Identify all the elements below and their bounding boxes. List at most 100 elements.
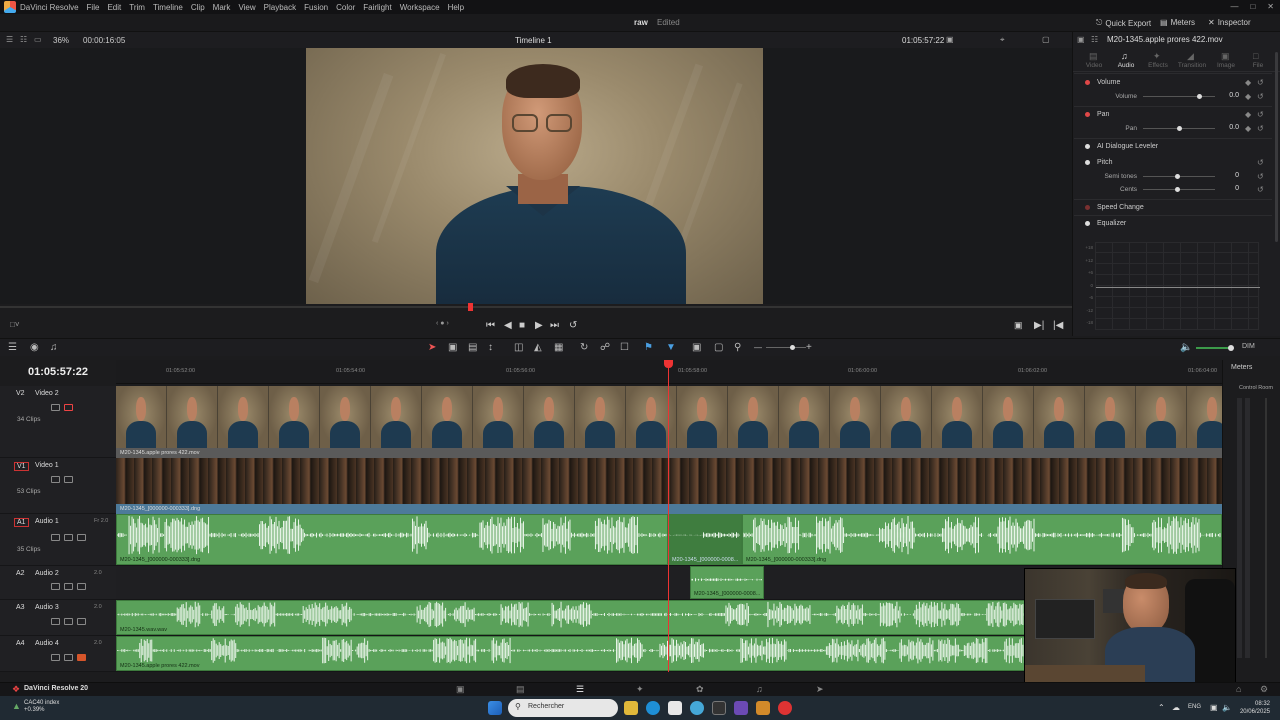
enable-toggle-icon[interactable] [1085,112,1090,117]
language-indicator[interactable]: ENG [1188,704,1201,710]
fullscreen-icon[interactable]: ▢ [1042,35,1050,44]
pan-slider-knob[interactable] [1177,126,1182,131]
enable-toggle-icon[interactable] [1085,160,1090,165]
reset-icon[interactable]: ↺ [1257,92,1264,101]
pan-slider[interactable] [1143,126,1215,131]
blade-tool-icon[interactable]: ▤ [468,342,477,353]
snapping-icon[interactable]: ↻ [580,342,588,353]
lock-track-icon[interactable] [51,404,60,411]
layout-icon[interactable]: ☰ [6,35,13,44]
audio-clip-a1[interactable]: M20-1345_[000000-0008... [668,514,742,565]
reset-icon[interactable]: ↺ [1257,185,1264,194]
menu-file[interactable]: File [87,3,100,12]
notepad-icon[interactable] [668,701,682,715]
menu-edit[interactable]: Edit [107,3,121,12]
menu-view[interactable]: View [238,3,255,12]
video-preview[interactable] [306,48,763,304]
layout-icon[interactable]: ▭ [34,35,42,44]
reset-icon[interactable]: ↺ [1257,110,1264,119]
mute-icon[interactable] [77,583,86,590]
zoom-full-icon[interactable]: ▣ [692,342,701,353]
solo-icon[interactable] [64,618,73,625]
video-clip-v2[interactable]: M20-1345.apple prores 422.mov [116,386,1222,458]
tab-image[interactable]: ▣ Image [1211,51,1241,69]
zoom-in-icon[interactable]: + [806,342,812,353]
color-page-icon[interactable]: ✿ [696,684,704,695]
menu-workspace[interactable]: Workspace [400,3,440,12]
go-to-start-icon[interactable]: ⏮ [486,320,495,331]
jog-icon[interactable]: ‹ ● › [436,320,449,327]
playhead-handle[interactable] [664,360,673,368]
tray-chevron-icon[interactable]: ⌃ [1158,703,1165,712]
menu-timeline[interactable]: Timeline [153,3,183,12]
stock-widget[interactable]: CAC40 index +0.39% [24,700,59,714]
start-button-icon[interactable] [488,701,502,715]
media-page-icon[interactable]: ▣ [456,684,465,695]
audio-clip-a1[interactable]: M20-1345_[000000-000333].dng [742,514,1222,565]
auto-select-icon[interactable] [64,476,73,483]
dynamic-trim-icon[interactable]: ↕ [488,342,493,353]
zoom-slider[interactable] [766,345,806,350]
menu-playback[interactable]: Playback [264,3,296,12]
reset-icon[interactable]: ↺ [1257,172,1264,181]
layout-icon[interactable]: ☷ [20,35,27,44]
reset-icon[interactable]: ↺ [1257,158,1264,167]
taskbar-search[interactable]: ⚲ Rechercher [508,699,618,717]
lock-icon[interactable]: ☐ [620,342,629,353]
semitones-slider-knob[interactable] [1175,174,1180,179]
master-volume-slider[interactable] [1196,345,1234,351]
transform-icon[interactable]: ⌖ [1000,35,1005,45]
stop-icon[interactable]: ■ [519,320,525,331]
play-icon[interactable]: ▶ [535,320,543,331]
teams-icon[interactable] [734,701,748,715]
scrubber-playhead[interactable] [468,303,473,311]
mute-icon[interactable] [77,534,86,541]
zoom-custom-icon[interactable]: ⚲ [734,342,741,353]
edge-browser-icon[interactable] [646,701,660,715]
track-header-a2[interactable]: A2 Audio 2 2.0 [0,566,116,600]
cents-value[interactable]: 0 [1219,185,1239,195]
volume-slider-knob[interactable] [1197,94,1203,99]
next-frame-icon[interactable]: ▶| [1034,320,1044,331]
match-frame-icon[interactable]: ▣ [1014,320,1023,331]
audio-clip-a2[interactable]: M20-1345_[000000-0008... [690,566,764,599]
trim-tool-icon[interactable]: ▣ [448,342,457,353]
clock[interactable]: 08:32 20/06/2025 [1240,700,1270,716]
track-header-a3[interactable]: A3 Audio 3 2.0 [0,600,116,636]
enable-toggle-icon[interactable] [1085,205,1090,210]
timeline-selector[interactable]: Timeline 1 [515,36,552,45]
inspector-scrollbar[interactable] [1275,52,1278,242]
auto-select-icon[interactable] [64,404,73,411]
semitones-value[interactable]: 0 [1219,172,1239,182]
reset-icon[interactable]: ↺ [1257,124,1264,133]
app-icon[interactable] [756,701,770,715]
enable-toggle-icon[interactable] [1085,221,1090,226]
menu-fusion[interactable]: Fusion [304,3,328,12]
view-options-icon[interactable]: ◉ [30,342,39,353]
panel-icon[interactable]: ▣ [1077,35,1085,44]
replace-clip-icon[interactable]: ▦ [554,342,563,353]
loop-icon[interactable]: ↺ [569,320,577,331]
lock-track-icon[interactable] [51,654,60,661]
deliver-page-icon[interactable]: ➤ [816,684,824,695]
fairlight-page-icon[interactable]: ♫ [756,684,763,694]
track-header-v1[interactable]: V1 Video 1 53 Clips [0,458,116,514]
resolve-taskbar-icon[interactable] [712,701,726,715]
browser-icon[interactable] [690,701,704,715]
enable-toggle-icon[interactable] [1085,80,1090,85]
menu-mark[interactable]: Mark [213,3,231,12]
tab-file[interactable]: □ File [1243,51,1273,69]
settings-icon[interactable]: ⚙ [1260,684,1268,695]
keyframe-icon[interactable]: ◆ [1245,78,1251,87]
pan-value[interactable]: 0.0 [1219,124,1239,134]
speaker-icon[interactable]: 🔈 [1222,703,1232,712]
menu-clip[interactable]: Clip [191,3,205,12]
track-header-a4[interactable]: A4 Audio 4 2.0 [0,636,116,672]
link-icon[interactable]: ☍ [600,342,610,353]
tab-audio[interactable]: ♫ Audio [1111,51,1141,69]
keyframe-icon[interactable]: ◆ [1245,124,1251,133]
speed-change-section[interactable]: Speed Change [1073,201,1269,215]
video-clip-v1[interactable]: M20-1345_[000000-000333].dng [116,458,1222,514]
menu-trim[interactable]: Trim [129,3,145,12]
volume-value[interactable]: 0.0 [1219,92,1239,102]
